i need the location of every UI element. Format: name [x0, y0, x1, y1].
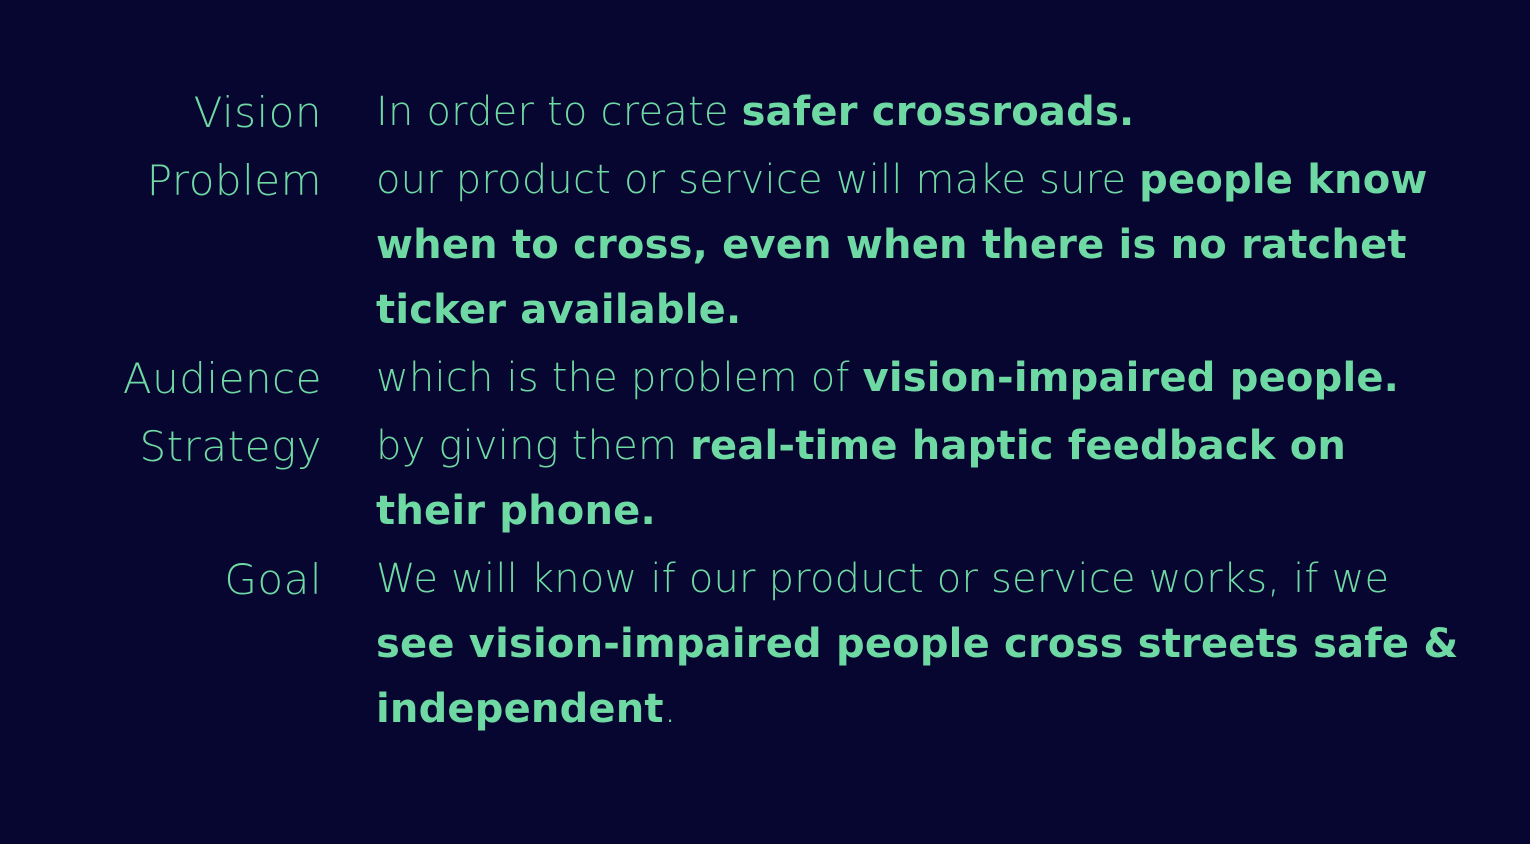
strategy-row: Strategy by giving them real-time haptic… — [0, 414, 1530, 544]
strategy-text: by giving them real-time haptic feedback… — [376, 414, 1461, 544]
vision-normal-text: In order to create — [376, 89, 742, 135]
vision-row: Vision In order to create safer crossroa… — [0, 80, 1530, 145]
vision-strong-text: safer crossroads. — [741, 89, 1135, 135]
vision-label: Vision — [193, 88, 322, 137]
goal-strong-text: see vision-impaired people cross streets… — [376, 621, 1459, 732]
problem-label: Problem — [146, 156, 322, 205]
product-vision-statement: Vision In order to create safer crossroa… — [0, 80, 1530, 745]
problem-text: our product or service will make sure pe… — [376, 148, 1461, 343]
audience-text: which is the problem of vision-impaired … — [376, 346, 1461, 411]
goal-tail-text: . — [663, 686, 677, 732]
goal-text: We will know if our product or service w… — [376, 547, 1461, 742]
audience-row: Audience which is the problem of vision-… — [0, 346, 1530, 411]
goal-normal-text: We will know if our product or service w… — [376, 556, 1390, 602]
audience-strong-text: vision-impaired people. — [862, 355, 1400, 401]
goal-label: Goal — [224, 555, 322, 604]
problem-row: Problem our product or service will make… — [0, 148, 1530, 343]
statement-slide: Vision In order to create safer crossroa… — [0, 0, 1530, 844]
audience-normal-text: which is the problem of — [376, 355, 863, 401]
goal-row: Goal We will know if our product or serv… — [0, 547, 1530, 742]
problem-normal-text: our product or service will make sure — [376, 157, 1140, 203]
audience-label: Audience — [122, 354, 322, 403]
vision-text: In order to create safer crossroads. — [376, 80, 1461, 145]
strategy-label: Strategy — [139, 422, 322, 471]
strategy-normal-text: by giving them — [376, 423, 691, 469]
